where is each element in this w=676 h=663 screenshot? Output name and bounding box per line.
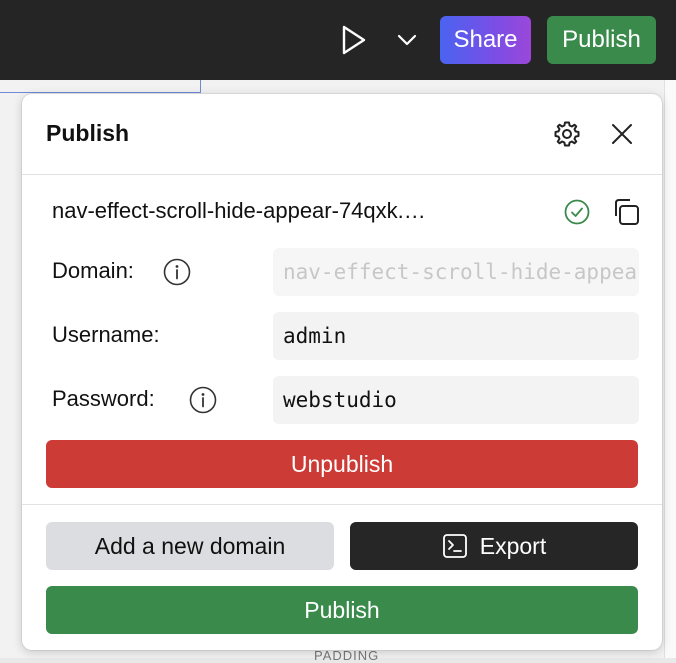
dialog-title: Publish	[46, 120, 130, 146]
info-icon[interactable]	[188, 385, 218, 415]
export-button[interactable]: Export	[350, 522, 638, 570]
copy-icon[interactable]	[610, 196, 642, 228]
username-label: Username:	[52, 322, 160, 347]
right-panel-edge	[664, 80, 676, 658]
domain-label: Domain:	[52, 258, 134, 283]
add-new-domain-button[interactable]: Add a new domain	[46, 522, 334, 570]
play-icon[interactable]	[338, 24, 368, 56]
publish-button[interactable]: Publish	[46, 586, 638, 634]
check-circle-icon	[563, 198, 591, 226]
publish-toolbar-button[interactable]: Publish	[547, 16, 656, 64]
share-button[interactable]: Share	[440, 16, 531, 64]
terminal-icon	[442, 533, 468, 559]
header-divider	[22, 174, 662, 175]
padding-section-label: PADDING	[314, 648, 380, 663]
top-toolbar: Share Publish	[0, 0, 676, 80]
info-icon[interactable]	[162, 257, 192, 287]
site-domain-name: nav-effect-scroll-hide-appear-74qxk.…	[52, 198, 426, 223]
password-label: Password:	[52, 386, 155, 411]
selection-outline	[0, 80, 201, 93]
export-label: Export	[479, 532, 547, 559]
gear-icon[interactable]	[552, 119, 582, 149]
unpublish-button[interactable]: Unpublish	[46, 440, 638, 488]
close-icon[interactable]	[609, 121, 635, 147]
publish-dialog: Publish nav-effect-scroll-hide-appear-74…	[22, 94, 662, 650]
chevron-down-icon[interactable]	[394, 28, 420, 52]
domain-field[interactable]: nav-effect-scroll-hide-appear-74qxk	[273, 248, 639, 296]
username-field[interactable]: admin	[273, 312, 639, 360]
footer-divider	[22, 504, 662, 505]
password-field[interactable]: webstudio	[273, 376, 639, 424]
